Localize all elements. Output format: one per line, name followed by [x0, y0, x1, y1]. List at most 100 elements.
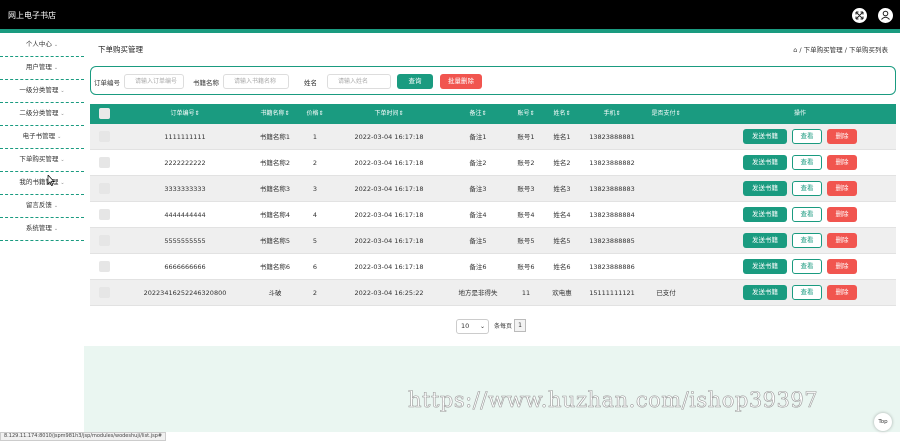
cell-paid [644, 150, 688, 176]
cell-price: 4 [312, 211, 318, 219]
header-order-time[interactable]: 下单时间⇕ [330, 104, 448, 124]
sidebar-item-category-2[interactable]: 二级分类管理 ⌄ [0, 104, 84, 126]
view-button[interactable]: 查看 [792, 285, 822, 300]
table-row: 1111111111 书籍名称1 1 2022-03-04 16:17:18 备注1 账号… [90, 124, 896, 150]
cell-order-time: 2022-03-04 16:17:18 [354, 133, 424, 141]
cell-phone: 13823888886 [589, 263, 635, 271]
table-row: 6666666666 书籍名称6 6 2022-03-04 16:17:18 备注6 账号… [90, 254, 896, 280]
delete-button[interactable]: 删除 [827, 181, 857, 196]
send-book-button[interactable]: 发送书籍 [743, 285, 787, 300]
select-all-checkbox[interactable] [99, 108, 110, 119]
book-name-input[interactable]: 请输入书籍名称 [223, 74, 289, 89]
cell-name: 姓名3 [553, 185, 571, 193]
sidebar-item-orders[interactable]: 下单购买管理 ⌄ [0, 150, 84, 172]
header-price[interactable]: 价格⇕ [300, 104, 330, 124]
send-book-button[interactable]: 发送书籍 [743, 259, 787, 274]
cell-account: 账号6 [517, 263, 535, 271]
delete-button[interactable]: 删除 [827, 285, 857, 300]
order-number-label: 订单编号 [94, 79, 120, 87]
delete-button[interactable]: 删除 [827, 259, 857, 274]
browser-status-url: 8.129.11.174:8010/jspm981h3/jsp/modules/… [0, 432, 167, 441]
order-number-input[interactable]: 请输入订单编号 [124, 74, 184, 89]
view-button[interactable]: 查看 [792, 259, 822, 274]
cell-price: 3 [312, 185, 318, 193]
header-paid[interactable]: 是否支付⇕ [644, 104, 688, 124]
delete-button[interactable]: 删除 [827, 129, 857, 144]
table-row: 5555555555 书籍名称5 5 2022-03-04 16:17:18 备注5 账号… [90, 228, 896, 254]
cell-note: 备注4 [469, 211, 487, 219]
query-button[interactable]: 查询 [397, 74, 433, 89]
row-checkbox[interactable] [99, 209, 110, 220]
row-checkbox[interactable] [99, 235, 110, 246]
sidebar-item-feedback[interactable]: 留言反馈 ⌄ [0, 196, 84, 218]
send-book-button[interactable]: 发送书籍 [743, 233, 787, 248]
view-button[interactable]: 查看 [792, 207, 822, 222]
cell-price: 5 [312, 237, 318, 245]
sidebar-item-system[interactable]: 系统管理 ⌄ [0, 219, 84, 241]
name-input[interactable]: 请输入姓名 [327, 74, 391, 89]
cell-account: 账号1 [517, 133, 535, 141]
fullscreen-icon[interactable] [852, 8, 867, 23]
page-size-select[interactable]: 10 ⌄ [456, 319, 489, 334]
header-book-name[interactable]: 书籍名称⇕ [250, 104, 300, 124]
cell-note: 备注1 [469, 133, 487, 141]
chevron-down-icon: ⌄ [53, 226, 59, 232]
send-book-button[interactable]: 发送书籍 [743, 181, 787, 196]
send-book-button[interactable]: 发送书籍 [743, 129, 787, 144]
sidebar-item-personal-center[interactable]: 个人中心 ⌄ [0, 35, 84, 57]
delete-button[interactable]: 删除 [827, 233, 857, 248]
back-to-top-button[interactable]: Top [874, 413, 892, 431]
view-button[interactable]: 查看 [792, 233, 822, 248]
sidebar-item-label: 系统管理 [25, 224, 52, 232]
cell-paid: 已支付 [656, 289, 676, 297]
send-book-button[interactable]: 发送书籍 [743, 207, 787, 222]
cell-order-number: 6666666666 [164, 263, 206, 271]
header-order-number[interactable]: 订单编号⇕ [120, 104, 250, 124]
view-button[interactable]: 查看 [792, 155, 822, 170]
row-checkbox[interactable] [99, 157, 110, 168]
view-button[interactable]: 查看 [792, 181, 822, 196]
page-button-current[interactable]: 1 [514, 319, 526, 332]
table-header: 订单编号⇕ 书籍名称⇕ 价格⇕ 下单时间⇕ 备注⇕ 账号⇕ 姓名⇕ 手机⇕ 是否… [90, 104, 896, 124]
cell-phone: 15111111121 [589, 289, 635, 297]
cell-account: 账号2 [517, 159, 535, 167]
row-checkbox[interactable] [99, 287, 110, 298]
delete-button[interactable]: 删除 [827, 207, 857, 222]
sidebar-item-ebooks[interactable]: 电子书管理 ⌄ [0, 127, 84, 149]
view-button[interactable]: 查看 [792, 129, 822, 144]
cell-name: 姓名5 [553, 237, 571, 245]
header-phone[interactable]: 手机⇕ [580, 104, 644, 124]
header-name[interactable]: 姓名⇕ [544, 104, 580, 124]
name-label: 姓名 [304, 79, 317, 87]
table-row: 2222222222 书籍名称2 2 2022-03-04 16:17:18 备注2 账号… [90, 150, 896, 176]
row-checkbox[interactable] [99, 183, 110, 194]
chevron-down-icon: ⌄ [53, 203, 59, 209]
cell-name: 欢电惠 [552, 289, 572, 297]
row-checkbox[interactable] [99, 131, 110, 142]
user-avatar-icon[interactable] [878, 8, 893, 23]
page-title: 下单购买管理 [98, 45, 143, 54]
sidebar-item-category-1[interactable]: 一级分类管理 ⌄ [0, 81, 84, 103]
cell-account: 账号4 [517, 211, 535, 219]
header-account[interactable]: 账号⇕ [508, 104, 544, 124]
cell-account: 账号3 [517, 185, 535, 193]
cell-note: 备注2 [469, 159, 487, 167]
cell-order-time: 2022-03-04 16:17:18 [354, 185, 424, 193]
cell-price: 1 [312, 133, 318, 141]
cell-price: 2 [312, 159, 318, 167]
cell-book-name: 书籍名称4 [259, 211, 291, 219]
send-book-button[interactable]: 发送书籍 [743, 155, 787, 170]
sidebar-item-users[interactable]: 用户管理 ⌄ [0, 58, 84, 80]
cell-order-number: 5555555555 [164, 237, 206, 245]
cell-paid [644, 202, 688, 228]
cell-name: 姓名2 [553, 159, 571, 167]
sidebar-item-my-books[interactable]: 我的书籍管理 ⌄ [0, 173, 84, 195]
cell-phone: 13823888885 [589, 237, 635, 245]
row-checkbox[interactable] [99, 261, 110, 272]
cell-note: 备注5 [469, 237, 487, 245]
chevron-down-icon: ⌄ [60, 157, 65, 163]
delete-button[interactable]: 删除 [827, 155, 857, 170]
cell-phone: 13823888884 [589, 211, 635, 219]
header-note[interactable]: 备注⇕ [448, 104, 508, 124]
batch-delete-button[interactable]: 批量删除 [440, 74, 482, 89]
